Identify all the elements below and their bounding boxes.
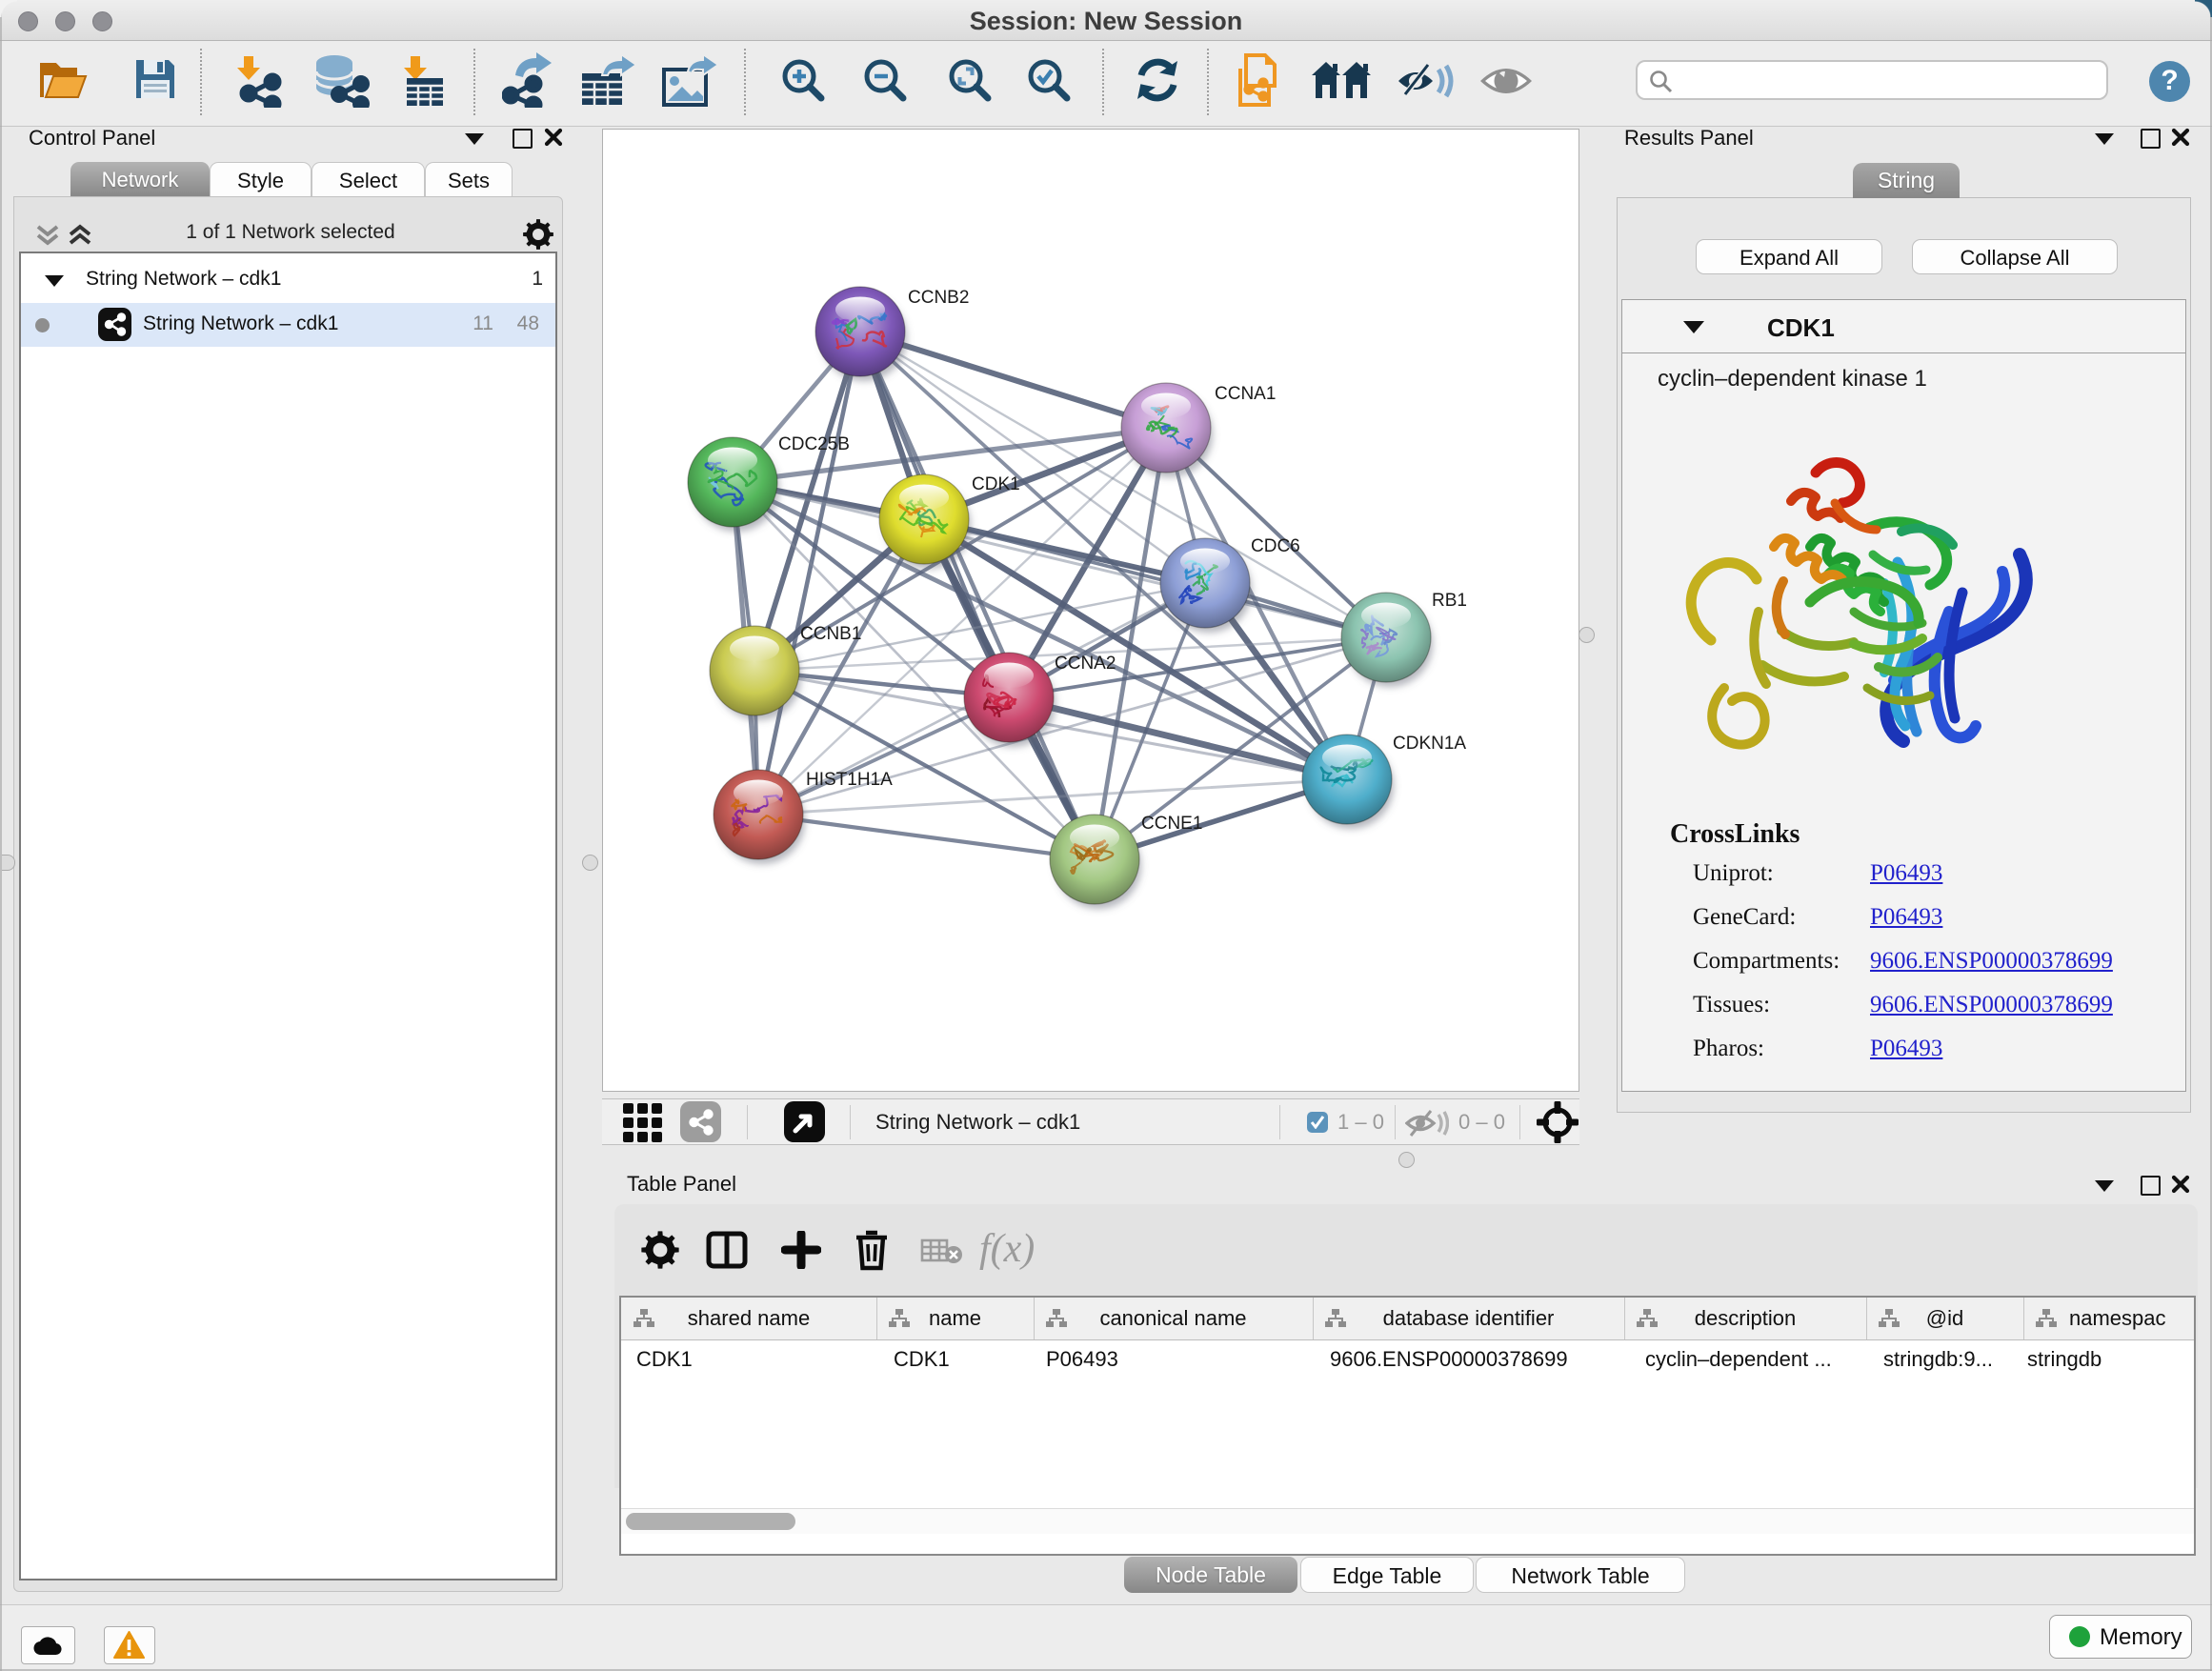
svg-text:CCNB2: CCNB2 [908, 288, 969, 308]
svg-text:CDC6: CDC6 [1251, 536, 1300, 556]
svg-text:CCNA2: CCNA2 [1055, 654, 1116, 674]
svg-text:CCNB1: CCNB1 [800, 624, 861, 644]
svg-text:CCNE1: CCNE1 [1141, 814, 1202, 834]
svg-text:CCNA1: CCNA1 [1215, 384, 1276, 404]
svg-text:HIST1H1A: HIST1H1A [806, 770, 893, 790]
svg-text:CDC25B: CDC25B [778, 434, 850, 454]
svg-text:RB1: RB1 [1432, 591, 1467, 611]
svg-text:CDKN1A: CDKN1A [1393, 734, 1466, 754]
svg-text:CDK1: CDK1 [972, 474, 1020, 494]
